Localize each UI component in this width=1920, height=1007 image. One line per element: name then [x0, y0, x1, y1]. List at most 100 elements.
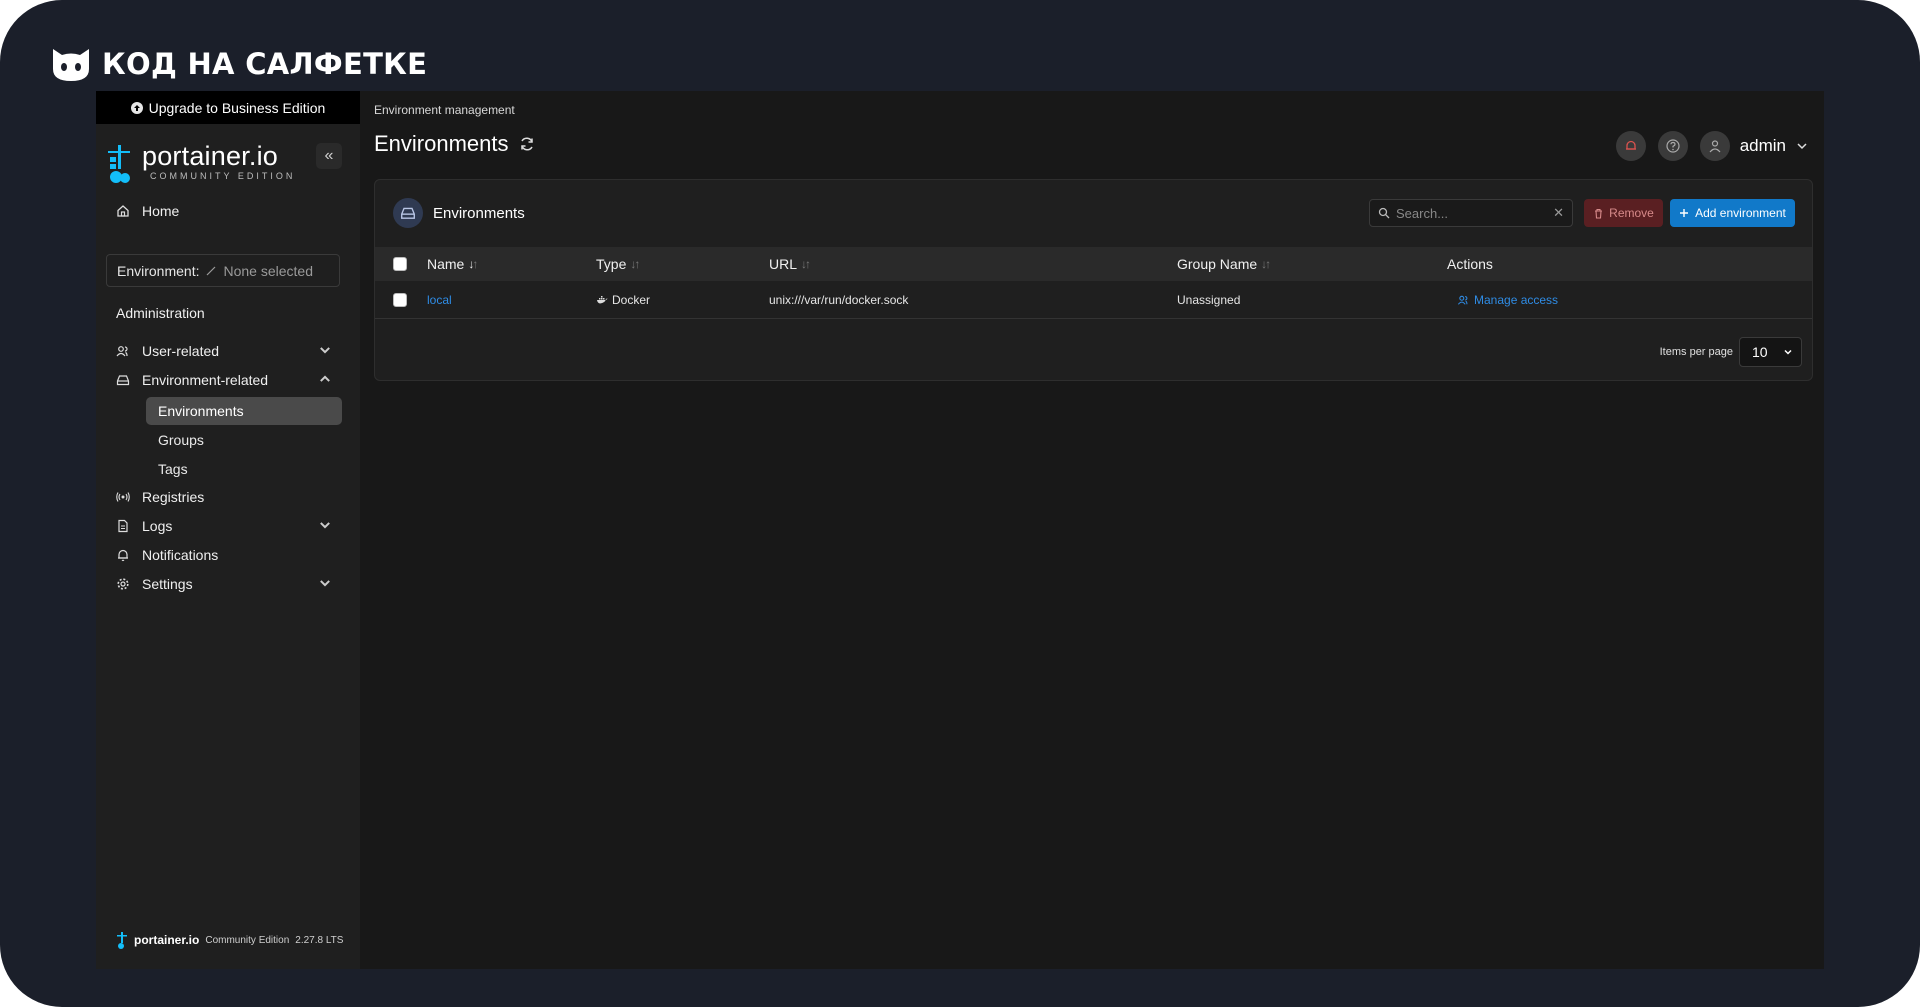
- header-actions: admin: [1615, 131, 1808, 161]
- pagination-controls: Items per page 10: [1660, 337, 1802, 367]
- footer-version: 2.27.8 LTS: [295, 934, 344, 946]
- sort-icon: ↓↑: [1261, 257, 1271, 271]
- search-input[interactable]: [1396, 205, 1536, 221]
- portainer-logo[interactable]: portainer.io COMMUNITY EDITION: [106, 143, 295, 185]
- users-icon: [116, 346, 128, 357]
- clear-search-icon[interactable]: ✕: [1553, 205, 1564, 221]
- sidebar-item-label: Logs: [142, 518, 173, 534]
- sort-icon: ↓↑: [468, 257, 478, 271]
- trash-icon: [1595, 208, 1603, 219]
- sidebar-item-logs[interactable]: Logs: [116, 514, 340, 538]
- home-icon: [117, 205, 129, 217]
- sort-icon: ↓↑: [630, 257, 640, 271]
- breadcrumb[interactable]: Environment management: [374, 103, 515, 117]
- group-value: Unassigned: [1177, 292, 1241, 307]
- sidebar-subitem-environments[interactable]: Environments: [146, 397, 342, 425]
- slash-icon: [207, 266, 216, 275]
- column-header-name[interactable]: Name ↓↑: [427, 247, 478, 281]
- bell-icon: [118, 549, 128, 562]
- chevron-down-icon: [318, 576, 332, 593]
- portainer-small-icon: [117, 932, 127, 949]
- search-box[interactable]: ✕: [1369, 199, 1573, 227]
- chevron-down-icon: [318, 343, 332, 360]
- sidebar-footer: portainer.io Community Edition 2.27.8 LT…: [116, 931, 343, 949]
- help-button[interactable]: [1657, 131, 1688, 161]
- environment-selector[interactable]: Environment: None selected: [106, 254, 340, 287]
- cat-logo-icon: [53, 49, 89, 81]
- panel-title: Environments: [433, 204, 525, 222]
- sidebar-item-label: Registries: [142, 489, 205, 505]
- column-header-url[interactable]: URL ↓↑: [769, 247, 811, 281]
- column-label: Actions: [1447, 256, 1493, 272]
- remove-button[interactable]: Remove: [1584, 199, 1663, 227]
- chevron-down-icon: [1797, 143, 1807, 150]
- chevron-up-icon: [318, 372, 332, 389]
- help-circle-icon: [1666, 139, 1680, 153]
- items-per-page-value: 10: [1752, 344, 1768, 360]
- chevron-down-icon: [318, 518, 332, 535]
- page-title-text: Environments: [374, 131, 509, 156]
- user-menu[interactable]: admin: [1699, 131, 1808, 161]
- items-per-page-label: Items per page: [1659, 346, 1733, 358]
- hard-drive-icon: [393, 198, 423, 228]
- sidebar-item-label: Home: [142, 203, 180, 219]
- column-header-type[interactable]: Type ↓↑: [596, 247, 640, 281]
- sidebar-item-settings[interactable]: Settings: [116, 572, 340, 596]
- user-icon: [1709, 140, 1721, 153]
- hard-drive-icon: [116, 375, 130, 386]
- column-label: Type: [596, 256, 627, 272]
- add-environment-button[interactable]: Add environment: [1670, 199, 1795, 227]
- cell-name: local: [427, 281, 452, 318]
- items-per-page-select[interactable]: 10: [1739, 337, 1802, 367]
- row-checkbox[interactable]: [393, 292, 407, 307]
- manage-access-link[interactable]: Manage access: [1474, 293, 1558, 307]
- column-header-group-name[interactable]: Group Name ↓↑: [1177, 247, 1271, 281]
- sidebar-item-registries[interactable]: Registries: [116, 485, 340, 509]
- sort-icon: ↓↑: [801, 257, 811, 271]
- row-select-cell: [393, 281, 407, 318]
- main-content: Environment management Environments admi…: [360, 91, 1824, 969]
- arrow-up-circle-icon: [130, 101, 143, 114]
- administration-heading: Administration: [116, 305, 205, 321]
- search-icon: [1378, 207, 1390, 219]
- avatar: [1699, 131, 1730, 161]
- bell-icon: [1625, 140, 1636, 150]
- select-all-checkbox[interactable]: [393, 257, 407, 271]
- panel-header: Environments: [393, 198, 525, 228]
- column-label: Group Name: [1177, 256, 1258, 272]
- sidebar-subitem-tags[interactable]: Tags: [146, 455, 342, 483]
- footer-brand: portainer.io: [134, 933, 200, 947]
- sidebar-item-home[interactable]: Home: [116, 199, 340, 223]
- cell-actions: Manage access: [1457, 281, 1558, 318]
- sidebar-subitem-groups[interactable]: Groups: [146, 426, 342, 454]
- brand-header: КОД НА САЛФЕТКЕ: [50, 44, 427, 84]
- url-value: unix:///var/run/docker.sock: [769, 292, 909, 307]
- radio-icon: [116, 492, 130, 502]
- gear-icon: [117, 578, 129, 590]
- portainer-window: Upgrade to Business Edition portainer.io…: [96, 91, 1824, 969]
- chevron-down-icon: [1784, 349, 1792, 355]
- sidebar-item-environment-related[interactable]: Environment-related: [116, 368, 340, 392]
- select-all-cell: [393, 247, 407, 281]
- type-value: Docker: [612, 292, 651, 307]
- users-icon: [1457, 295, 1468, 305]
- column-header-actions: Actions: [1447, 247, 1493, 281]
- sidebar-item-label: Notifications: [142, 547, 219, 563]
- column-label: Name: [427, 256, 465, 272]
- portainer-crane-icon: [108, 145, 130, 183]
- sidebar-item-notifications[interactable]: Notifications: [116, 543, 340, 567]
- sidebar-item-user-related[interactable]: User-related: [116, 339, 340, 363]
- upgrade-banner[interactable]: Upgrade to Business Edition: [96, 91, 360, 124]
- cell-url: unix:///var/run/docker.sock: [769, 281, 908, 318]
- brand-title: КОД НА САЛФЕТКЕ: [102, 47, 428, 81]
- environment-name-link[interactable]: local: [427, 293, 452, 307]
- add-label: Add environment: [1695, 206, 1786, 220]
- environments-panel: Environments ✕ Remove: [374, 179, 1813, 381]
- environment-label: Environment:: [117, 262, 200, 279]
- collapse-sidebar-button[interactable]: «: [316, 143, 342, 169]
- table-row: local Docker unix:///var/run/docker.sock…: [375, 281, 1812, 319]
- upgrade-label: Upgrade to Business Edition: [148, 99, 326, 116]
- cell-group: Unassigned: [1177, 281, 1240, 318]
- notifications-button[interactable]: [1615, 131, 1646, 161]
- refresh-icon[interactable]: [519, 136, 535, 152]
